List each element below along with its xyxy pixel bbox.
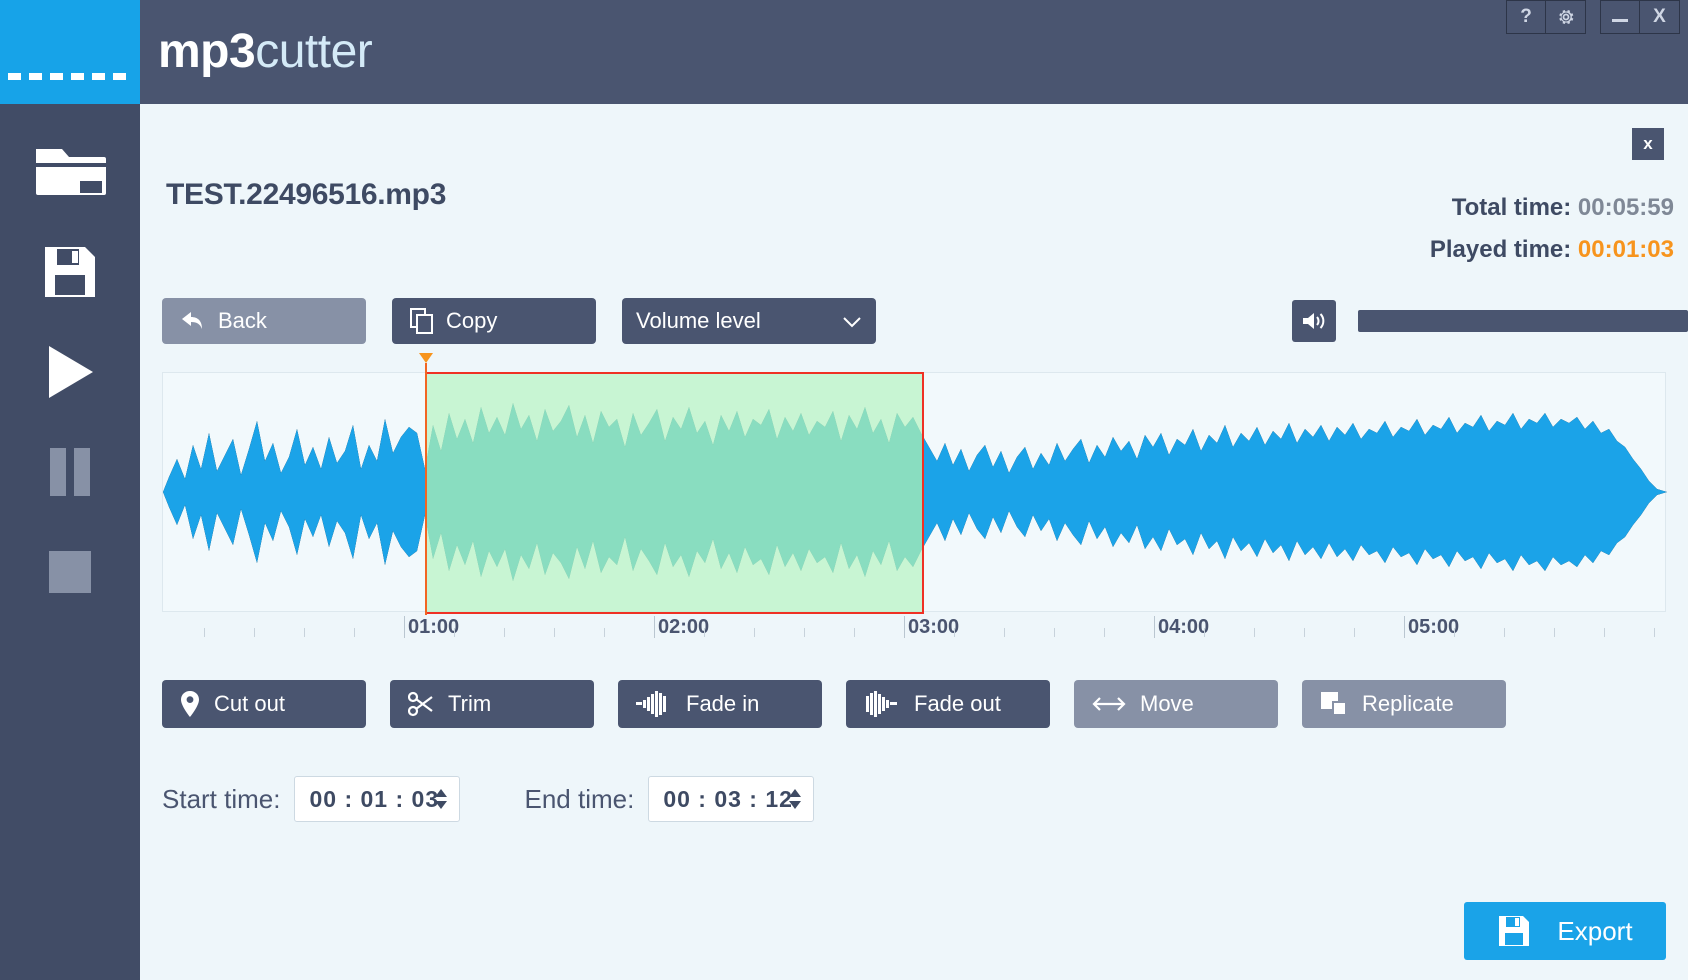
file-name-label: TEST.22496516.mp3 bbox=[166, 178, 447, 211]
arrows-horizontal-icon bbox=[1092, 697, 1126, 711]
export-label: Export bbox=[1557, 915, 1633, 946]
end-time-value: 00 : 03 : 12 bbox=[663, 785, 793, 812]
sidebar-item-open-folder[interactable] bbox=[0, 122, 140, 222]
speaker-icon bbox=[1303, 313, 1325, 329]
stop-icon bbox=[49, 551, 91, 593]
tick-label: 03:00 bbox=[908, 616, 960, 638]
back-button-label: Back bbox=[218, 308, 267, 333]
help-button[interactable]: ? bbox=[1506, 0, 1546, 34]
floppy-disk-icon bbox=[45, 247, 95, 297]
end-time-stepper[interactable] bbox=[789, 789, 802, 809]
minimize-button[interactable] bbox=[1600, 0, 1640, 34]
export-button[interactable]: Export bbox=[1464, 902, 1666, 960]
app-title-part2: cutter bbox=[255, 25, 373, 78]
tick-label: 01:00 bbox=[408, 616, 460, 638]
gear-icon bbox=[1558, 10, 1573, 24]
tick-label: 02:00 bbox=[658, 616, 710, 638]
copy-squares-icon bbox=[1321, 692, 1347, 716]
time-fields: Start time: 00 : 01 : 03 End time: 00 : … bbox=[162, 776, 815, 822]
pause-icon bbox=[50, 448, 90, 496]
volume-slider[interactable] bbox=[1358, 310, 1688, 332]
app-title-part1: mp3 bbox=[158, 25, 256, 78]
action-buttons: Cut out Trim Fade in Fade out Move Repli… bbox=[162, 680, 1506, 728]
replicate-label: Replicate bbox=[1362, 691, 1454, 716]
played-time-row: Played time: 00:01:03 bbox=[1430, 236, 1674, 264]
close-window-button[interactable]: X bbox=[1640, 0, 1680, 34]
window-controls: ? X bbox=[1506, 0, 1680, 34]
trim-label: Trim bbox=[448, 691, 492, 716]
copy-icon bbox=[410, 308, 433, 334]
sidebar-item-stop[interactable] bbox=[0, 522, 140, 622]
stepper-up-icon[interactable] bbox=[435, 789, 448, 797]
copy-button[interactable]: Copy bbox=[392, 298, 596, 344]
sidebar-item-play[interactable] bbox=[0, 322, 140, 422]
move-label: Move bbox=[1140, 691, 1194, 716]
stepper-up-icon[interactable] bbox=[789, 789, 802, 797]
stepper-down-icon[interactable] bbox=[435, 801, 448, 809]
main-panel: x TEST.22496516.mp3 Total time: 00:05:59… bbox=[140, 104, 1688, 980]
playhead-marker-icon bbox=[419, 353, 433, 363]
play-icon bbox=[49, 346, 93, 398]
trim-button[interactable]: Trim bbox=[390, 680, 594, 728]
total-time-label: Total time: bbox=[1451, 194, 1572, 221]
tick-label: 04:00 bbox=[1158, 616, 1210, 638]
volume-level-select[interactable]: Volume level bbox=[622, 298, 876, 344]
volume-mute-button[interactable] bbox=[1292, 300, 1336, 342]
cut-out-label: Cut out bbox=[214, 691, 285, 716]
logo-block bbox=[0, 0, 140, 104]
toolbar: Back Copy Volume level bbox=[162, 298, 876, 344]
sidebar-item-save[interactable] bbox=[0, 222, 140, 322]
start-time-value: 00 : 01 : 03 bbox=[309, 785, 440, 812]
played-time-label: Played time: bbox=[1429, 236, 1572, 263]
fade-out-button[interactable]: Fade out bbox=[846, 680, 1050, 728]
left-sidebar bbox=[0, 104, 140, 980]
replicate-button[interactable]: Replicate bbox=[1302, 680, 1506, 728]
waveform-panel[interactable] bbox=[162, 353, 1667, 615]
logo-dashes-icon bbox=[8, 73, 134, 80]
time-info: Total time: 00:05:59 Played time: 00:01:… bbox=[1430, 194, 1674, 278]
title-bar: mp3cutter ? X bbox=[0, 0, 1688, 104]
end-time-input[interactable]: 00 : 03 : 12 bbox=[648, 776, 815, 822]
start-time-stepper[interactable] bbox=[435, 789, 448, 809]
back-button[interactable]: Back bbox=[162, 298, 366, 344]
fade-in-icon bbox=[636, 691, 666, 717]
close-dialog-button[interactable]: x bbox=[1632, 128, 1664, 160]
fade-in-button[interactable]: Fade in bbox=[618, 680, 822, 728]
end-time-label: End time: bbox=[524, 783, 635, 814]
total-time-value: 00:05:59 bbox=[1577, 194, 1674, 221]
stepper-down-icon[interactable] bbox=[789, 801, 802, 809]
total-time-row: Total time: 00:05:59 bbox=[1430, 194, 1674, 222]
fade-in-label: Fade in bbox=[686, 691, 760, 716]
fade-out-label: Fade out bbox=[914, 691, 1001, 716]
move-button[interactable]: Move bbox=[1074, 680, 1278, 728]
tick-label: 05:00 bbox=[1408, 616, 1460, 638]
settings-button[interactable] bbox=[1546, 0, 1586, 34]
waveform bbox=[163, 403, 1667, 581]
app-title: mp3cutter bbox=[158, 24, 373, 79]
cut-out-button[interactable]: Cut out bbox=[162, 680, 366, 728]
sidebar-item-pause[interactable] bbox=[0, 422, 140, 522]
copy-button-label: Copy bbox=[446, 308, 498, 333]
floppy-disk-icon bbox=[1499, 916, 1530, 946]
start-time-label: Start time: bbox=[162, 783, 281, 814]
back-arrow-icon bbox=[182, 312, 202, 329]
volume-control bbox=[1292, 300, 1688, 342]
fade-out-icon bbox=[866, 691, 897, 717]
start-time-input[interactable]: 00 : 01 : 03 bbox=[294, 776, 461, 822]
scissors-icon bbox=[408, 691, 433, 717]
chevron-down-icon bbox=[842, 308, 862, 334]
folder-icon bbox=[36, 149, 106, 195]
playhead[interactable] bbox=[419, 353, 433, 615]
timeline-ruler[interactable]: 01:00 02:00 03:00 04:00 05:00 bbox=[162, 616, 1666, 656]
minimize-icon bbox=[1612, 19, 1628, 22]
pin-icon bbox=[181, 691, 199, 717]
volume-level-value: Volume level bbox=[636, 308, 761, 333]
played-time-value: 00:01:03 bbox=[1577, 236, 1674, 263]
